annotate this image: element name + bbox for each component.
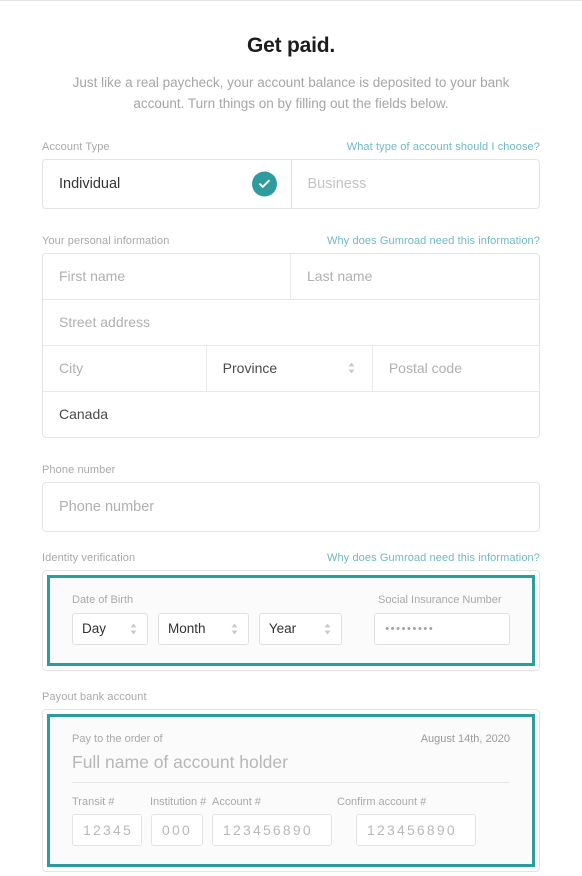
identity-verification-fields: Day Month Year ••••••••• (72, 612, 510, 645)
payout-bank-account-label-row: Payout bank account (42, 691, 540, 703)
chevron-updown-icon (347, 361, 356, 375)
province-select-value: Province (222, 360, 278, 377)
street-address-input[interactable]: Street address (43, 300, 539, 345)
chevron-updown-icon (129, 622, 138, 636)
account-type-card: Individual Business (42, 158, 540, 209)
transit-number-input[interactable]: 12345 (72, 813, 142, 846)
social-insurance-number-label: Social Insurance Number (378, 593, 502, 606)
dob-day-value: Day (82, 621, 107, 637)
account-type-option-individual[interactable]: Individual (43, 160, 291, 208)
account-type-option-business-label: Business (307, 175, 367, 192)
check-header-row: Pay to the order of August 14th, 2020 (72, 733, 510, 745)
street-row: Street address (43, 300, 539, 346)
payout-settings-page: Get paid. Just like a real paycheck, you… (0, 0, 582, 876)
payout-bank-account-label: Payout bank account (42, 690, 147, 703)
personal-information-card: First name Last name Street address City… (42, 252, 540, 438)
identity-verification-label-row: Identity verification Why does Gumroad n… (42, 552, 540, 564)
account-type-option-individual-label: Individual (59, 175, 121, 192)
postal-code-input[interactable]: Postal code (373, 346, 539, 391)
social-insurance-number-input[interactable]: ••••••••• (374, 612, 510, 645)
check-date: August 14th, 2020 (420, 732, 510, 745)
last-name-input[interactable]: Last name (291, 254, 539, 299)
account-type-label-row: Account Type What type of account should… (42, 141, 540, 153)
phone-card: Phone number (42, 481, 540, 532)
country-field: Canada (59, 406, 109, 423)
page-subtitle: Just like a real paycheck, your account … (72, 75, 510, 111)
chevron-updown-icon (323, 622, 332, 636)
phone-label: Phone number (42, 463, 116, 476)
city-input[interactable]: City (43, 345, 207, 391)
first-name-input[interactable]: First name (43, 253, 291, 299)
check-box: Pay to the order of August 14th, 2020 Fu… (47, 713, 535, 867)
dob-year-select[interactable]: Year (258, 612, 343, 645)
dob-month-value: Month (167, 621, 206, 637)
phone-label-row: Phone number (42, 464, 540, 476)
account-type-options: Individual Business (43, 159, 540, 208)
dob-year-value: Year (268, 621, 297, 637)
identity-verification-help-link[interactable]: Why does Gumroad need this information? (327, 552, 540, 564)
account-type-option-business[interactable]: Business (290, 159, 540, 208)
name-row: First name Last name (43, 253, 539, 300)
account-type-help-link[interactable]: What type of account should I choose? (347, 141, 540, 153)
phone-input[interactable]: Phone number (43, 483, 539, 531)
transit-number-label: Transit # (72, 795, 115, 808)
institution-number-label: Institution # (150, 795, 207, 808)
check-field-labels: Transit # Institution # Account # Confir… (72, 796, 510, 808)
personal-information-label: Your personal information (42, 234, 170, 247)
identity-verification-labels: Date of Birth Social Insurance Number (72, 594, 510, 606)
personal-information-label-row: Your personal information Why does Gumro… (42, 235, 540, 247)
check-field-inputs: 12345 000 123456890 123456890 (72, 813, 510, 846)
dob-month-select[interactable]: Month (157, 612, 249, 645)
personal-information-help-link[interactable]: Why does Gumroad need this information? (327, 235, 540, 247)
institution-number-input[interactable]: 000 (151, 813, 203, 846)
account-holder-name-input[interactable]: Full name of account holder (72, 752, 510, 783)
city-province-postal-row: City Province Postal code (43, 345, 539, 392)
page-content: Get paid. Just like a real paycheck, you… (0, 34, 582, 872)
province-select[interactable]: Province (207, 345, 373, 391)
account-number-input[interactable]: 123456890 (212, 813, 332, 846)
identity-verification-box: Date of Birth Social Insurance Number Da… (47, 574, 535, 666)
confirm-account-number-input[interactable]: 123456890 (356, 813, 476, 846)
country-row: Canada (43, 392, 539, 437)
page-title: Get paid. (246, 34, 336, 57)
confirm-account-number-label: Confirm account # (337, 795, 427, 808)
pay-to-the-order-of-label: Pay to the order of (72, 732, 163, 745)
dob-day-select[interactable]: Day (72, 612, 148, 645)
identity-verification-card: Date of Birth Social Insurance Number Da… (42, 569, 540, 671)
date-of-birth-label: Date of Birth (72, 593, 134, 606)
payout-bank-account-card: Pay to the order of August 14th, 2020 Fu… (42, 708, 540, 872)
chevron-updown-icon (230, 622, 239, 636)
account-number-label: Account # (212, 795, 261, 808)
check-icon (251, 171, 277, 197)
identity-verification-label: Identity verification (42, 551, 136, 564)
account-type-label: Account Type (42, 140, 110, 153)
social-insurance-number-masked-value: ••••••••• (385, 622, 435, 635)
